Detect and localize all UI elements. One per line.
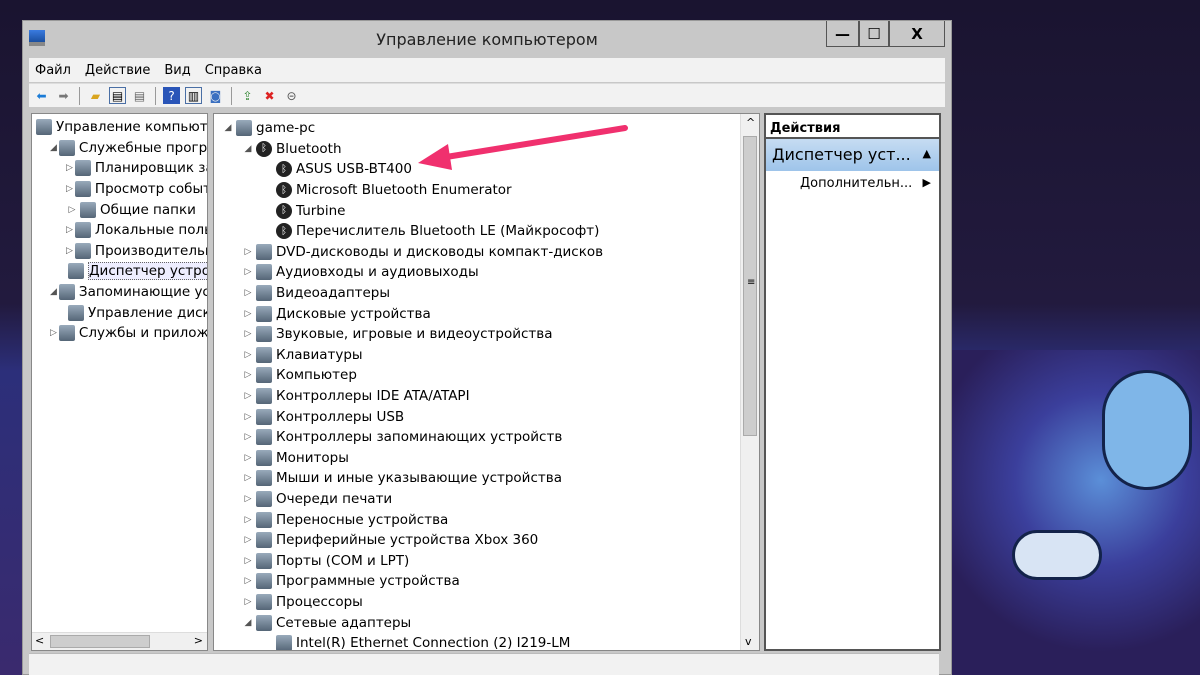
annotation-arrow [418,125,628,170]
